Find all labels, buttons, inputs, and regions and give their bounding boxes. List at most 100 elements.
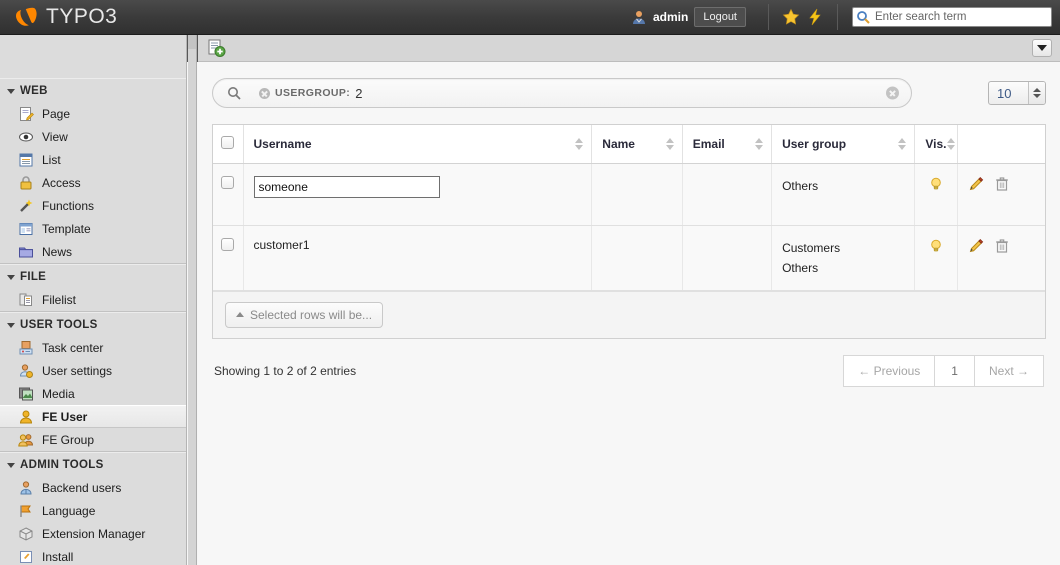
cell-user-group: Customers Others — [771, 225, 916, 291]
column-header-email[interactable]: Email — [682, 125, 773, 164]
sort-icon[interactable] — [898, 137, 907, 150]
user-group-entry: Others — [782, 260, 819, 275]
sidebar-item-language[interactable]: Language — [0, 499, 186, 522]
stepper-buttons[interactable] — [1028, 82, 1045, 104]
sidebar-item-label: Extension Manager — [42, 526, 146, 541]
sidebar-item-filelist[interactable]: Filelist — [0, 288, 186, 311]
column-header-visibility[interactable]: Vis. — [914, 125, 958, 164]
fe-user-icon — [18, 409, 34, 425]
sidebar-item-install[interactable]: Install — [0, 545, 186, 565]
showing-entries-text: Showing 1 to 2 of 2 entries — [214, 363, 357, 378]
sidebar-item-label: FE Group — [42, 432, 95, 447]
pencil-icon[interactable] — [968, 176, 984, 195]
sidebar-item-backend-users[interactable]: Backend users — [0, 476, 186, 499]
sidebar-item-label: Backend users — [42, 480, 122, 495]
sidebar-item-media[interactable]: Media — [0, 382, 186, 405]
page-number-button[interactable]: 1 — [934, 354, 975, 387]
sidebar-item-label: Access — [42, 175, 81, 190]
row-select-cell — [213, 225, 244, 291]
sort-desc-icon — [898, 144, 907, 150]
stepper-up-icon[interactable] — [1033, 88, 1041, 92]
clear-circle-icon[interactable] — [886, 86, 899, 100]
bulk-action-dropdown[interactable]: Selected rows will be... — [225, 301, 384, 328]
sidebar-item-functions[interactable]: Functions — [0, 194, 186, 217]
filter-tag-usergroup[interactable]: USERGROUP: 2 — [259, 86, 362, 101]
logo-area[interactable]: TYPO3 — [0, 4, 117, 30]
lightning-bolt-icon[interactable] — [803, 5, 827, 29]
module-group-header-file[interactable]: FILE — [0, 265, 186, 288]
next-page-button[interactable]: Next → — [973, 354, 1044, 387]
chevron-down-icon — [1037, 45, 1047, 51]
page-size-stepper[interactable] — [988, 81, 1046, 105]
lightbulb-icon[interactable] — [928, 177, 944, 195]
sidebar-item-list[interactable]: List — [0, 148, 186, 171]
cell-visibility — [914, 163, 958, 226]
logout-button[interactable]: Logout — [694, 7, 746, 27]
trash-icon[interactable] — [994, 176, 1010, 195]
filter-tag-label: USERGROUP: — [275, 87, 351, 99]
column-header-name[interactable]: Name — [591, 125, 683, 164]
select-all-header — [213, 125, 244, 164]
sort-icon[interactable] — [946, 137, 955, 150]
sidebar-item-view[interactable]: View — [0, 125, 186, 148]
stepper-down-icon[interactable] — [1033, 94, 1041, 98]
sidebar-item-task-center[interactable]: Task center — [0, 336, 186, 359]
sidebar-item-user-settings[interactable]: User settings — [0, 359, 186, 382]
checkbox-icon[interactable] — [221, 237, 235, 251]
table-row[interactable]: Others — [213, 163, 1045, 226]
sidebar-resizer[interactable] — [188, 35, 197, 565]
module-group-header-admin-tools[interactable]: ADMIN TOOLS — [0, 453, 186, 476]
table-header-row: Username Name Email User group Vis. — [213, 125, 1045, 164]
install-icon — [18, 549, 34, 565]
cell-user-group: Others — [771, 163, 916, 226]
sidebar-item-label: Media — [42, 386, 75, 401]
cell-username[interactable]: customer1 — [243, 225, 593, 291]
cell-email — [682, 225, 773, 291]
column-header-username[interactable]: Username — [243, 125, 593, 164]
search-input[interactable] — [852, 7, 1052, 27]
search-filter-box[interactable]: USERGROUP: 2 — [212, 78, 912, 108]
sidebar-item-fe-group[interactable]: FE Group — [0, 428, 186, 451]
sidebar-item-news[interactable]: News — [0, 240, 186, 263]
trash-icon[interactable] — [994, 238, 1010, 257]
column-header-user-group[interactable]: User group — [771, 125, 916, 164]
cell-name — [591, 163, 683, 226]
sort-icon[interactable] — [665, 137, 674, 150]
module-group-file: FILE Filelist — [0, 264, 186, 312]
template-icon — [18, 221, 34, 237]
column-label: Name — [602, 136, 635, 151]
module-group-header-web[interactable]: WEB — [0, 79, 186, 102]
extension-manager-icon — [18, 526, 34, 542]
previous-page-button[interactable]: ← Previous — [843, 354, 936, 387]
doc-header-menu-button[interactable] — [1032, 39, 1052, 57]
list-icon — [18, 152, 34, 168]
username-inline-input[interactable] — [253, 175, 440, 198]
sidebar-item-extension-manager[interactable]: Extension Manager — [0, 522, 186, 545]
media-icon — [18, 386, 34, 402]
checkbox-icon[interactable] — [221, 175, 235, 189]
sort-asc-icon — [665, 137, 674, 143]
user-group-entry: Customers — [782, 240, 841, 255]
sort-icon[interactable] — [755, 137, 764, 150]
new-record-icon[interactable] — [206, 38, 226, 58]
sidebar-item-access[interactable]: Access — [0, 171, 186, 194]
current-user[interactable]: admin Logout — [631, 7, 758, 27]
global-search[interactable] — [848, 7, 1060, 27]
column-label: Username — [253, 136, 312, 151]
module-group-header-user-tools[interactable]: USER TOOLS — [0, 313, 186, 336]
module-group-label: USER TOOLS — [20, 319, 98, 331]
remove-circle-icon[interactable] — [259, 87, 270, 99]
sidebar-item-template[interactable]: Template — [0, 217, 186, 240]
page-size-input[interactable] — [989, 82, 1028, 104]
sort-icon[interactable] — [575, 137, 584, 150]
module-group-label: FILE — [20, 271, 47, 283]
lightbulb-icon[interactable] — [928, 239, 944, 257]
sidebar-item-page[interactable]: Page — [0, 102, 186, 125]
checkbox-icon[interactable] — [221, 135, 235, 149]
caret-down-icon — [7, 462, 15, 468]
star-icon[interactable] — [779, 5, 803, 29]
table-row[interactable]: customer1 Customers Others — [213, 225, 1045, 291]
pencil-icon[interactable] — [968, 238, 984, 257]
sidebar-item-fe-user[interactable]: FE User — [0, 405, 186, 428]
sort-desc-icon — [575, 144, 584, 150]
